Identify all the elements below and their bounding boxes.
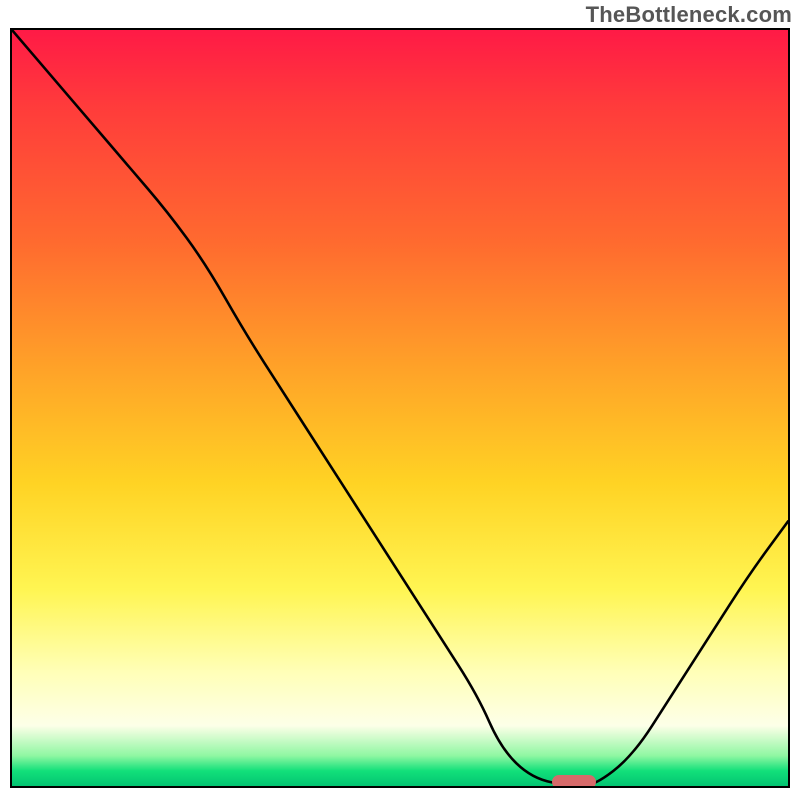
optimal-marker [552, 775, 596, 788]
watermark-label: TheBottleneck.com [586, 2, 792, 28]
plot-frame [10, 28, 790, 788]
bottleneck-curve [12, 30, 788, 786]
chart-container: TheBottleneck.com [0, 0, 800, 800]
